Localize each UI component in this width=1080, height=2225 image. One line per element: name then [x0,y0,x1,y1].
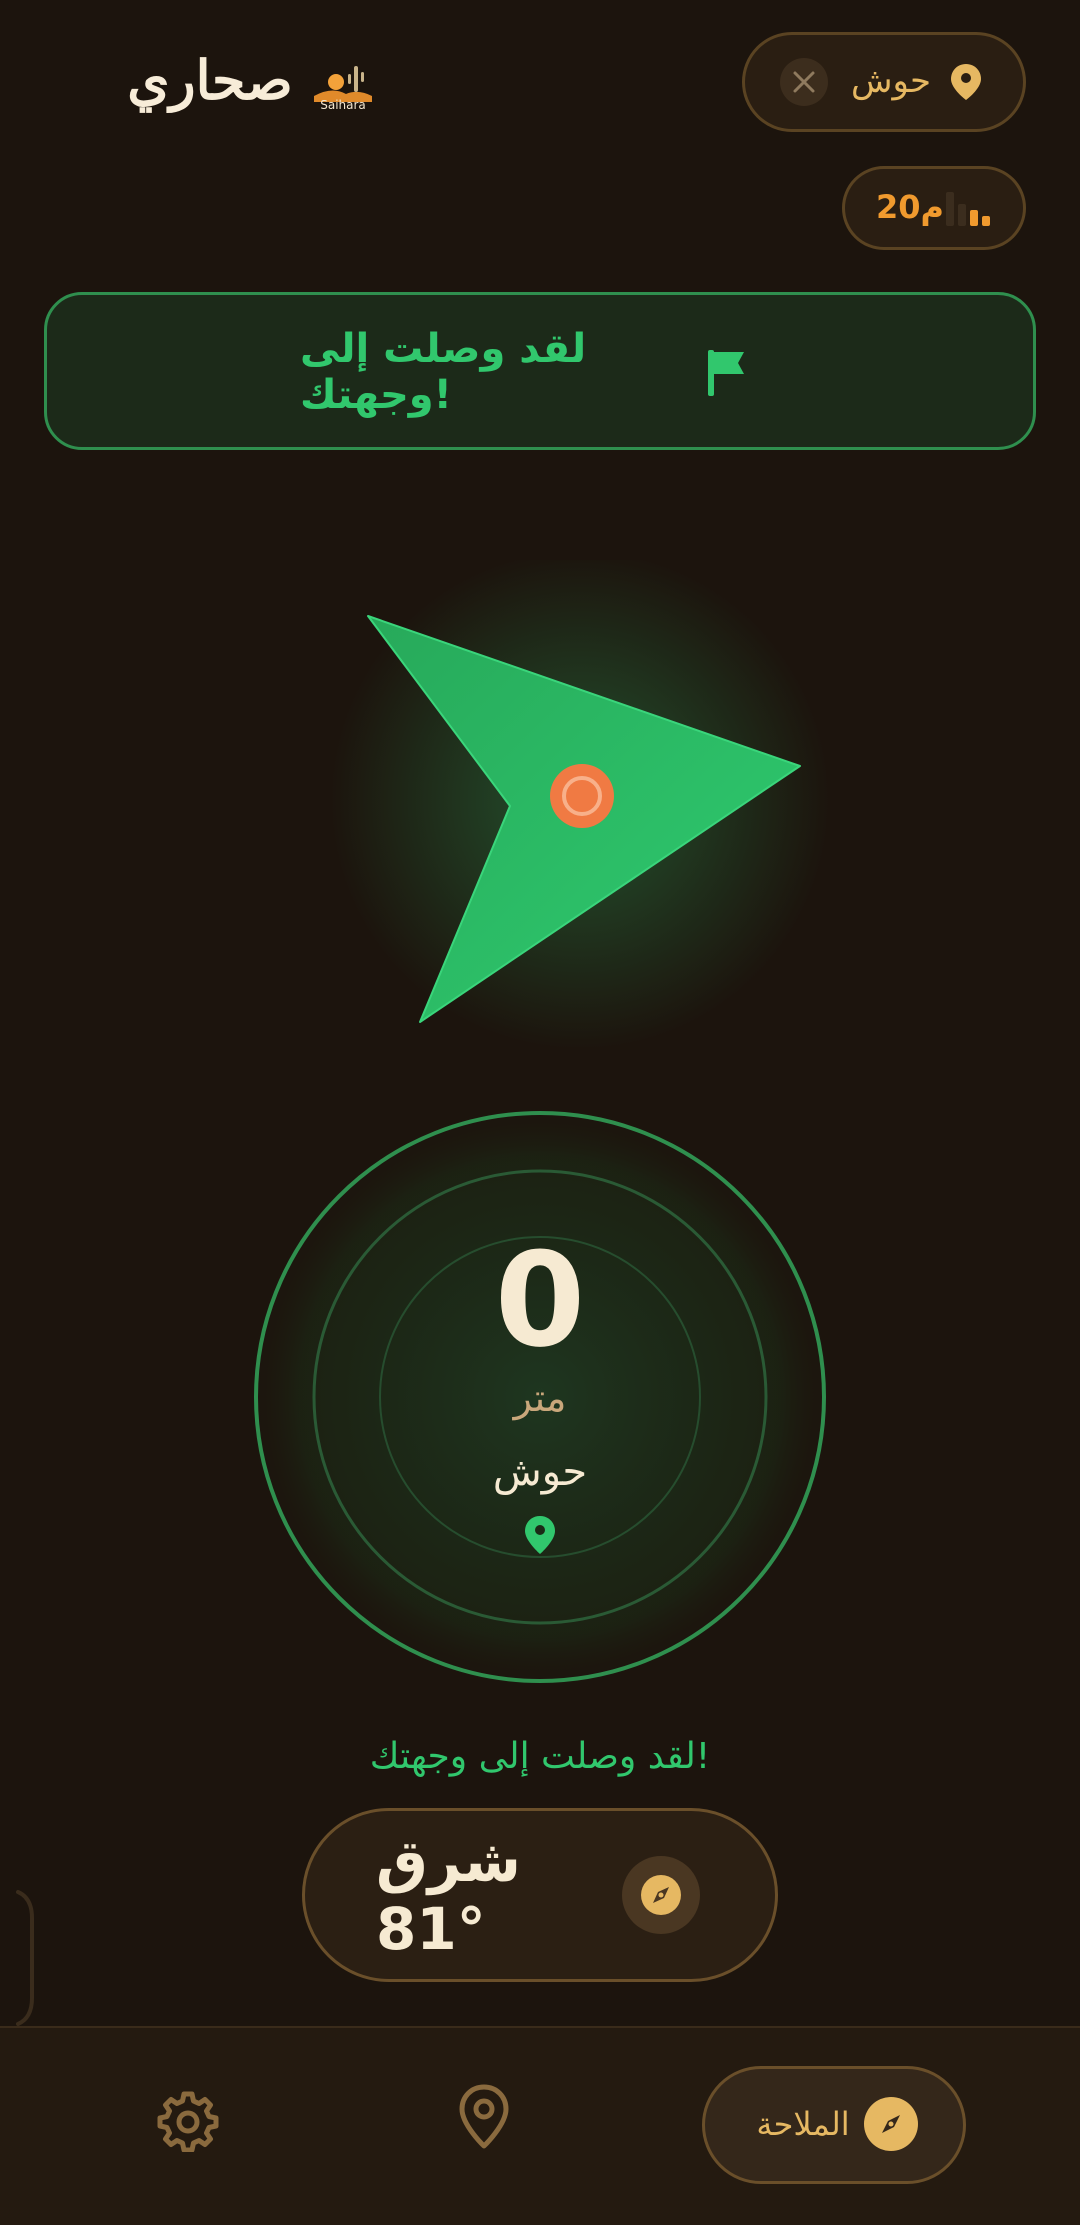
edge-drawer-handle[interactable] [14,1888,36,2028]
arrival-banner-text: لقد وصلت إلى وجهتك! [300,326,587,418]
gps-accuracy-value: 20م [876,188,944,226]
compass-icon [622,1856,700,1934]
flag-icon [708,350,744,396]
nav-tab-navigation-label: الملاحة [756,2105,850,2143]
compass-icon [864,2097,918,2151]
map-pin-icon [525,1516,555,1554]
direction-arrow [330,560,830,1050]
destination-label: حوش [850,61,932,101]
close-icon [793,71,815,93]
gear-icon[interactable] [156,2088,220,2152]
heading-text: شرق 81° [376,1827,521,1963]
logo-text: Saihara [320,98,366,112]
distance-value: 0 [494,1224,586,1376]
distance-unit: متر [513,1376,567,1420]
arrival-message: لقد وصلت إلى وجهتك! [369,1735,711,1777]
app-title: صحاري [127,48,293,112]
location-icon[interactable] [454,2082,514,2152]
clear-destination-button[interactable] [780,58,828,106]
signal-bars-icon [946,192,990,226]
map-pin-icon [951,64,981,100]
destination-name: حوش [492,1449,588,1495]
